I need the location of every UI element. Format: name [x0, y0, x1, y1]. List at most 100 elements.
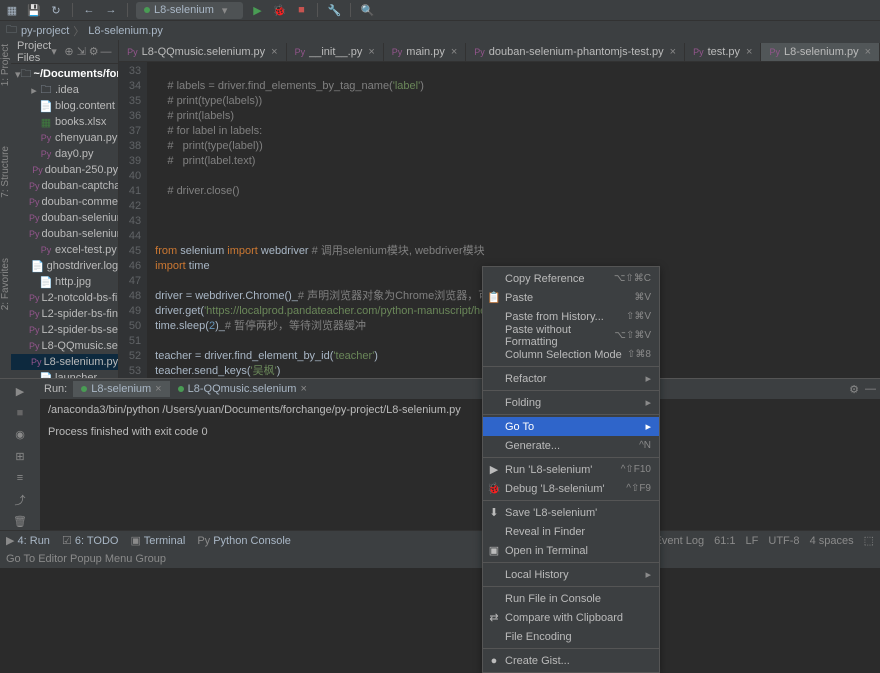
close-icon[interactable]: × — [451, 46, 457, 58]
ctx-item[interactable]: Paste without Formatting⌥⇧⌘V — [483, 326, 659, 345]
chevron-down-icon[interactable]: ▾ — [51, 45, 57, 58]
ctx-item[interactable]: Folding▸ — [483, 393, 659, 412]
back-icon[interactable]: ← — [81, 2, 97, 18]
breadcrumb: 🗀 py-project 〉 L8-selenium.py — [0, 20, 880, 40]
project-tool-label[interactable]: 1: Project — [0, 44, 11, 86]
editor-tab[interactable]: Pymain.py× — [384, 43, 466, 61]
stop-icon[interactable]: ■ — [293, 2, 309, 18]
folder-icon: 🗀 — [6, 21, 17, 40]
tree-root[interactable]: ▾🗀~/Documents/forchange/py-project — [11, 66, 118, 82]
editor-tab[interactable]: Pytest.py× — [685, 43, 761, 61]
tree-item[interactable]: ▸🗀.idea — [11, 82, 118, 98]
editor-tab[interactable]: PyL8-selenium.py× — [761, 43, 880, 61]
ctx-item[interactable]: 📋Paste⌘V — [483, 288, 659, 307]
minimize-icon[interactable]: — — [865, 383, 876, 396]
ctx-item[interactable]: Generate...^N — [483, 436, 659, 455]
search-icon[interactable]: 🔍 — [359, 2, 375, 18]
ctx-item[interactable]: 🐞Debug 'L8-selenium'^⇧F9 — [483, 479, 659, 498]
layout-icon[interactable]: ⊞ — [11, 448, 29, 466]
run-config-selector[interactable]: L8-selenium ▾ — [136, 2, 243, 19]
close-icon[interactable]: × — [670, 46, 676, 58]
tree-item[interactable]: Pyday0.py — [11, 146, 118, 162]
close-icon[interactable]: × — [865, 46, 871, 58]
crumb-project[interactable]: py-project — [21, 25, 69, 37]
tree-item[interactable]: PyL8-QQmusic.selenium.py — [11, 338, 118, 354]
structure-tool-label[interactable]: 7: Structure — [0, 146, 11, 198]
editor-context-menu[interactable]: Copy Reference⌥⇧⌘C📋Paste⌘VPaste from His… — [482, 266, 660, 673]
close-icon[interactable]: × — [368, 46, 374, 58]
status-item[interactable]: ☑ 6: TODO — [62, 534, 119, 547]
tree-item[interactable]: Pydouban-selenium.py — [11, 210, 118, 226]
tree-item[interactable]: PyL2-spider-bs-find-findall.py — [11, 306, 118, 322]
editor-tab[interactable]: Pydouban-selenium-phantomjs-test.py× — [466, 43, 685, 61]
ctx-item[interactable]: ⬇Save 'L8-selenium' — [483, 503, 659, 522]
save-icon[interactable]: 💾 — [26, 2, 42, 18]
hide-icon[interactable]: — — [100, 46, 112, 58]
hint-text: Go To Editor Popup Menu Group — [6, 553, 166, 565]
ctx-item[interactable]: ▣Open in Terminal — [483, 541, 659, 560]
collapse-icon[interactable]: ⇲ — [75, 45, 87, 58]
debug-icon[interactable]: 🐞 — [271, 2, 287, 18]
tree-item[interactable]: Pychenyuan.py — [11, 130, 118, 146]
rerun-icon[interactable]: ▶ — [11, 383, 29, 401]
project-icon[interactable]: ▦ — [4, 2, 20, 18]
sync-icon[interactable]: ↻ — [48, 2, 64, 18]
run-tab[interactable]: L8-selenium× — [73, 381, 169, 397]
forward-icon[interactable]: → — [103, 2, 119, 18]
status-item[interactable]: ▶ 4: Run — [6, 534, 50, 547]
tree-item[interactable]: PyL2-spider-bs-select.py — [11, 322, 118, 338]
tree-item[interactable]: Pyexcel-test.py — [11, 242, 118, 258]
ctx-item[interactable]: Go To▸ — [483, 417, 659, 436]
close-icon[interactable]: × — [746, 46, 752, 58]
ctx-item[interactable]: Run File in Console — [483, 589, 659, 608]
crumb-file[interactable]: L8-selenium.py — [88, 25, 163, 37]
tree-item[interactable]: 📄http.jpg — [11, 274, 118, 290]
run-tab[interactable]: L8-QQmusic.selenium× — [170, 381, 315, 397]
tree-item[interactable]: Pydouban-selenium-phantomjs-test.py — [11, 226, 118, 242]
tree-item[interactable]: Pydouban-captcha-id.py — [11, 178, 118, 194]
ctx-item[interactable]: ⇄Compare with Clipboard — [483, 608, 659, 627]
tree-item[interactable]: PyL8-selenium.py — [11, 354, 118, 370]
close-icon[interactable]: × — [271, 46, 277, 58]
left-tool-strip: 1: Project 7: Structure 2: Favorites — [0, 40, 11, 378]
status-right-item[interactable]: 61:1 — [714, 535, 735, 547]
filter-icon[interactable]: ≡ — [11, 469, 29, 487]
target-icon[interactable]: ⊕ — [63, 45, 75, 58]
ctx-item[interactable]: Local History▸ — [483, 565, 659, 584]
ctx-item[interactable]: Reveal in Finder — [483, 522, 659, 541]
console-output[interactable]: /anaconda3/bin/python /Users/yuan/Docume… — [40, 399, 880, 530]
ctx-item[interactable]: Refactor▸ — [483, 369, 659, 388]
tree-item[interactable]: Pydouban-250.py — [11, 162, 118, 178]
project-panel-title[interactable]: Project Files — [17, 40, 51, 64]
tree-item[interactable]: 📄launcher — [11, 370, 118, 378]
tree-item[interactable]: PyL2-notcold-bs-findall.py — [11, 290, 118, 306]
status-right-item[interactable]: LF — [746, 535, 759, 547]
favorites-tool-label[interactable]: 2: Favorites — [0, 258, 11, 310]
run-icon[interactable]: ▶ — [249, 2, 265, 18]
ctx-item[interactable]: ▶Run 'L8-selenium'^⇧F10 — [483, 460, 659, 479]
ctx-item[interactable]: ●Create Gist... — [483, 651, 659, 670]
ctx-item[interactable]: Column Selection Mode⇧⌘8 — [483, 345, 659, 364]
ctx-item[interactable]: File Encoding — [483, 627, 659, 646]
status-item[interactable]: ▣ Terminal — [130, 534, 185, 547]
tree-item[interactable]: 📄blog.content — [11, 98, 118, 114]
stop-run-icon[interactable]: ■ — [11, 405, 29, 423]
tree-item[interactable]: Pydouban-comment.py — [11, 194, 118, 210]
status-right-item[interactable]: ⬚ — [864, 534, 874, 547]
trash-icon[interactable]: 🗑 — [11, 512, 29, 530]
export-icon[interactable]: ⤴ — [11, 491, 29, 509]
console-line: /anaconda3/bin/python /Users/yuan/Docume… — [48, 403, 872, 417]
editor-tab[interactable]: Py__init__.py× — [287, 43, 384, 61]
wrench-icon[interactable]: 🔧 — [326, 2, 342, 18]
status-bar: ▶ 4: Run ☑ 6: TODO ▣ Terminal Py Python Con… — [0, 530, 880, 550]
tree-item[interactable]: ▦books.xlsx — [11, 114, 118, 130]
breakpoint-icon[interactable]: ◉ — [11, 426, 29, 444]
settings-icon[interactable]: ⚙ — [849, 383, 859, 396]
status-right-item[interactable]: 4 spaces — [810, 535, 854, 547]
tree-item[interactable]: 📄ghostdriver.log — [11, 258, 118, 274]
status-right-item[interactable]: UTF-8 — [768, 535, 799, 547]
editor-tab[interactable]: PyL8-QQmusic.selenium.py× — [119, 43, 286, 61]
status-item[interactable]: Py Python Console — [197, 535, 291, 547]
gear-icon[interactable]: ⚙ — [87, 45, 99, 58]
ctx-item[interactable]: Copy Reference⌥⇧⌘C — [483, 269, 659, 288]
